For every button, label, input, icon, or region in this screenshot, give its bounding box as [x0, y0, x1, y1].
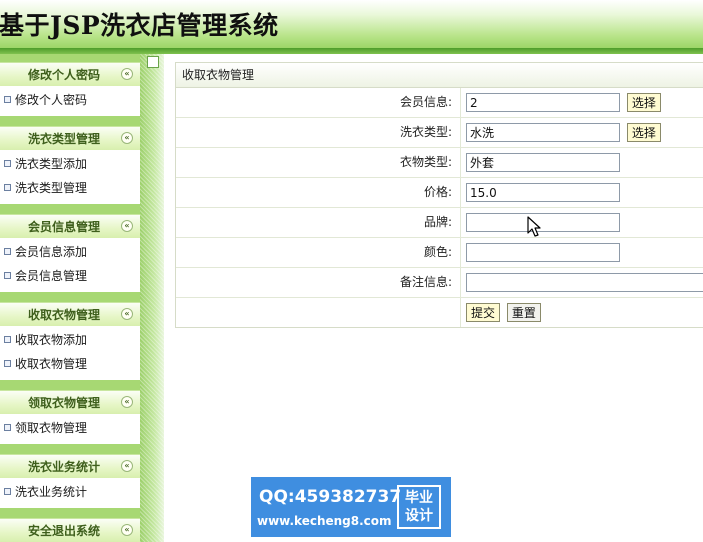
- form-row-brand: 品牌:: [176, 208, 703, 238]
- sidebar-item-member-manage[interactable]: 会员信息管理: [0, 264, 140, 288]
- menu-header-statistics[interactable]: 洗衣业务统计 «: [0, 454, 140, 478]
- bullet-icon: [4, 360, 11, 367]
- menu-header-logout[interactable]: 安全退出系统 «: [0, 518, 140, 542]
- clothes-type-input[interactable]: [466, 153, 620, 172]
- menu-header-wash-type[interactable]: 洗衣类型管理 «: [0, 126, 140, 150]
- mouse-cursor-icon: [527, 216, 541, 237]
- remark-input[interactable]: [466, 273, 703, 292]
- menu-header-label: 修改个人密码: [27, 68, 100, 82]
- menu-header-label: 洗衣类型管理: [27, 132, 100, 146]
- app-title: 基于JSP洗衣店管理系统: [0, 11, 279, 40]
- sidebar-item-collect-add[interactable]: 收取衣物添加: [0, 328, 140, 352]
- sidebar-item-statistics[interactable]: 洗衣业务统计: [0, 480, 140, 504]
- member-label: 会员信息:: [178, 88, 461, 117]
- bullet-icon: [4, 424, 11, 431]
- submit-button[interactable]: 提交: [466, 303, 501, 322]
- menu-header-label: 收取衣物管理: [27, 308, 100, 322]
- wash-type-label: 洗衣类型:: [178, 118, 461, 147]
- menu-header-collect[interactable]: 收取衣物管理 «: [0, 302, 140, 326]
- menu-header-member[interactable]: 会员信息管理 «: [0, 214, 140, 238]
- collapse-icon[interactable]: «: [121, 460, 133, 472]
- menu-group-wash-type: 洗衣类型管理 « 洗衣类型添加 洗衣类型管理: [0, 126, 140, 204]
- collapse-icon[interactable]: «: [121, 524, 133, 536]
- form-row-actions: 提交 重置: [176, 298, 703, 327]
- watermark-badge: 毕业 设计: [397, 485, 441, 529]
- menu-header-label: 安全退出系统: [27, 524, 100, 538]
- form-row-color: 颜色:: [176, 238, 703, 268]
- price-input[interactable]: [466, 183, 620, 202]
- main-form-panel: 收取衣物管理 会员信息: 选择 洗衣类型: 选择 衣物类型: 价格: 品牌: 颜: [175, 62, 703, 328]
- remark-label: 备注信息:: [178, 268, 461, 297]
- app-header: 基于JSP洗衣店管理系统: [0, 0, 703, 48]
- bullet-icon: [4, 160, 11, 167]
- form-row-remark: 备注信息:: [176, 268, 703, 298]
- form-row-member: 会员信息: 选择: [176, 88, 703, 118]
- sidebar-toggle-icon[interactable]: [147, 56, 159, 68]
- form-row-clothes-type: 衣物类型:: [176, 148, 703, 178]
- watermark-banner: QQ:459382737 www.kecheng8.com 毕业 设计: [251, 477, 451, 537]
- bullet-icon: [4, 184, 11, 191]
- wash-type-input[interactable]: [466, 123, 620, 142]
- menu-group-member: 会员信息管理 « 会员信息添加 会员信息管理: [0, 214, 140, 292]
- menu-group-logout: 安全退出系统 «: [0, 518, 140, 542]
- bullet-icon: [4, 488, 11, 495]
- sidebar-item-collect-manage[interactable]: 收取衣物管理: [0, 352, 140, 376]
- menu-group-password: 修改个人密码 « 修改个人密码: [0, 62, 140, 116]
- color-label: 颜色:: [178, 238, 461, 267]
- menu-header-label: 会员信息管理: [27, 220, 100, 234]
- collapse-icon[interactable]: «: [121, 308, 133, 320]
- watermark-site: www.kecheng8.com: [257, 514, 392, 528]
- member-input[interactable]: [466, 93, 620, 112]
- clothes-type-label: 衣物类型:: [178, 148, 461, 177]
- menu-header-password[interactable]: 修改个人密码 «: [0, 62, 140, 86]
- menu-header-pickup[interactable]: 领取衣物管理 «: [0, 390, 140, 414]
- form-title: 收取衣物管理: [176, 63, 703, 88]
- sidebar: 修改个人密码 « 修改个人密码 洗衣类型管理 « 洗衣类型添加 洗衣类型管理 会…: [0, 54, 146, 542]
- sidebar-item-wash-type-manage[interactable]: 洗衣类型管理: [0, 176, 140, 200]
- wash-type-select-button[interactable]: 选择: [626, 123, 661, 142]
- member-select-button[interactable]: 选择: [626, 93, 661, 112]
- menu-header-label: 领取衣物管理: [27, 396, 100, 410]
- bullet-icon: [4, 96, 11, 103]
- color-input[interactable]: [466, 243, 620, 262]
- collapse-icon[interactable]: «: [121, 220, 133, 232]
- brand-label: 品牌:: [178, 208, 461, 237]
- collapse-icon[interactable]: «: [121, 68, 133, 80]
- sidebar-item-change-password[interactable]: 修改个人密码: [0, 88, 140, 112]
- watermark-badge-line2: 设计: [405, 508, 433, 524]
- menu-group-collect: 收取衣物管理 « 收取衣物添加 收取衣物管理: [0, 302, 140, 380]
- form-row-wash-type: 洗衣类型: 选择: [176, 118, 703, 148]
- brand-input[interactable]: [466, 213, 620, 232]
- bullet-icon: [4, 336, 11, 343]
- sidebar-item-member-add[interactable]: 会员信息添加: [0, 240, 140, 264]
- menu-group-pickup: 领取衣物管理 « 领取衣物管理: [0, 390, 140, 444]
- collapse-icon[interactable]: «: [121, 396, 133, 408]
- price-label: 价格:: [178, 178, 461, 207]
- actions-label-cell: [178, 298, 461, 327]
- sidebar-item-pickup-manage[interactable]: 领取衣物管理: [0, 416, 140, 440]
- reset-button[interactable]: 重置: [506, 303, 541, 322]
- collapse-icon[interactable]: «: [121, 132, 133, 144]
- sidebar-splitter[interactable]: [140, 54, 164, 542]
- menu-group-statistics: 洗衣业务统计 « 洗衣业务统计: [0, 454, 140, 508]
- watermark-qq: QQ:459382737: [259, 487, 402, 507]
- bullet-icon: [4, 248, 11, 255]
- watermark-badge-line1: 毕业: [405, 490, 433, 506]
- bullet-icon: [4, 272, 11, 279]
- sidebar-item-wash-type-add[interactable]: 洗衣类型添加: [0, 152, 140, 176]
- form-row-price: 价格:: [176, 178, 703, 208]
- menu-header-label: 洗衣业务统计: [27, 460, 100, 474]
